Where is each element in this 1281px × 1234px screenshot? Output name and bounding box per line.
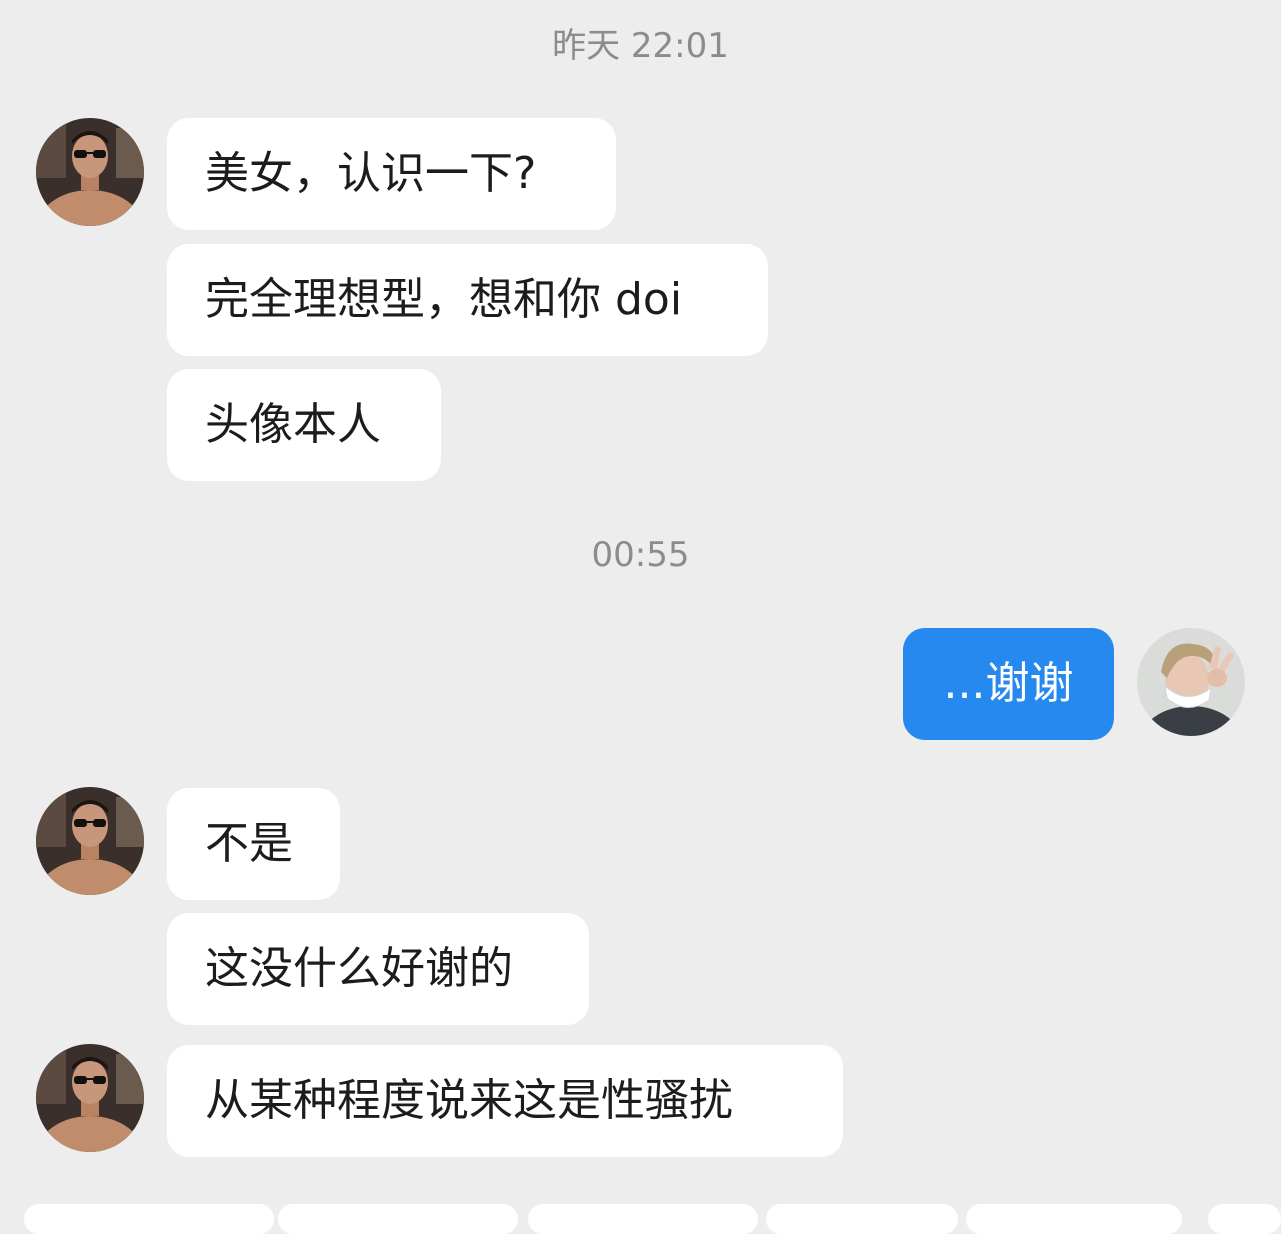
message-bubble-incoming[interactable]: 美女，认识一下? <box>167 118 616 230</box>
contact-avatar[interactable] <box>36 118 144 226</box>
time-divider: 昨天 22:01 <box>552 26 729 66</box>
person-peace-sign-icon <box>1137 628 1245 736</box>
message-bubble-incoming[interactable]: 头像本人 <box>167 369 441 481</box>
quick-reply-chip[interactable] <box>966 1204 1182 1234</box>
time-divider: 00:55 <box>591 535 690 575</box>
message-bubble-outgoing[interactable]: ...谢谢 <box>903 628 1114 740</box>
quick-reply-chip[interactable] <box>528 1204 758 1234</box>
quick-reply-chip[interactable] <box>766 1204 958 1234</box>
message-bubble-incoming[interactable]: 从某种程度说来这是性骚扰 <box>167 1045 843 1157</box>
contact-avatar[interactable] <box>36 787 144 895</box>
message-bubble-incoming[interactable]: 这没什么好谢的 <box>167 913 589 1025</box>
quick-reply-chip[interactable] <box>24 1204 274 1234</box>
quick-reply-chip[interactable] <box>278 1204 518 1234</box>
shirtless-man-sunglasses-icon <box>36 118 144 226</box>
message-bubble-incoming[interactable]: 不是 <box>167 788 340 900</box>
shirtless-man-sunglasses-icon <box>36 1044 144 1152</box>
my-avatar[interactable] <box>1137 628 1245 736</box>
shirtless-man-sunglasses-icon <box>36 787 144 895</box>
contact-avatar[interactable] <box>36 1044 144 1152</box>
message-bubble-incoming[interactable]: 完全理想型，想和你 doi <box>167 244 768 356</box>
quick-reply-chip[interactable] <box>1208 1204 1281 1234</box>
